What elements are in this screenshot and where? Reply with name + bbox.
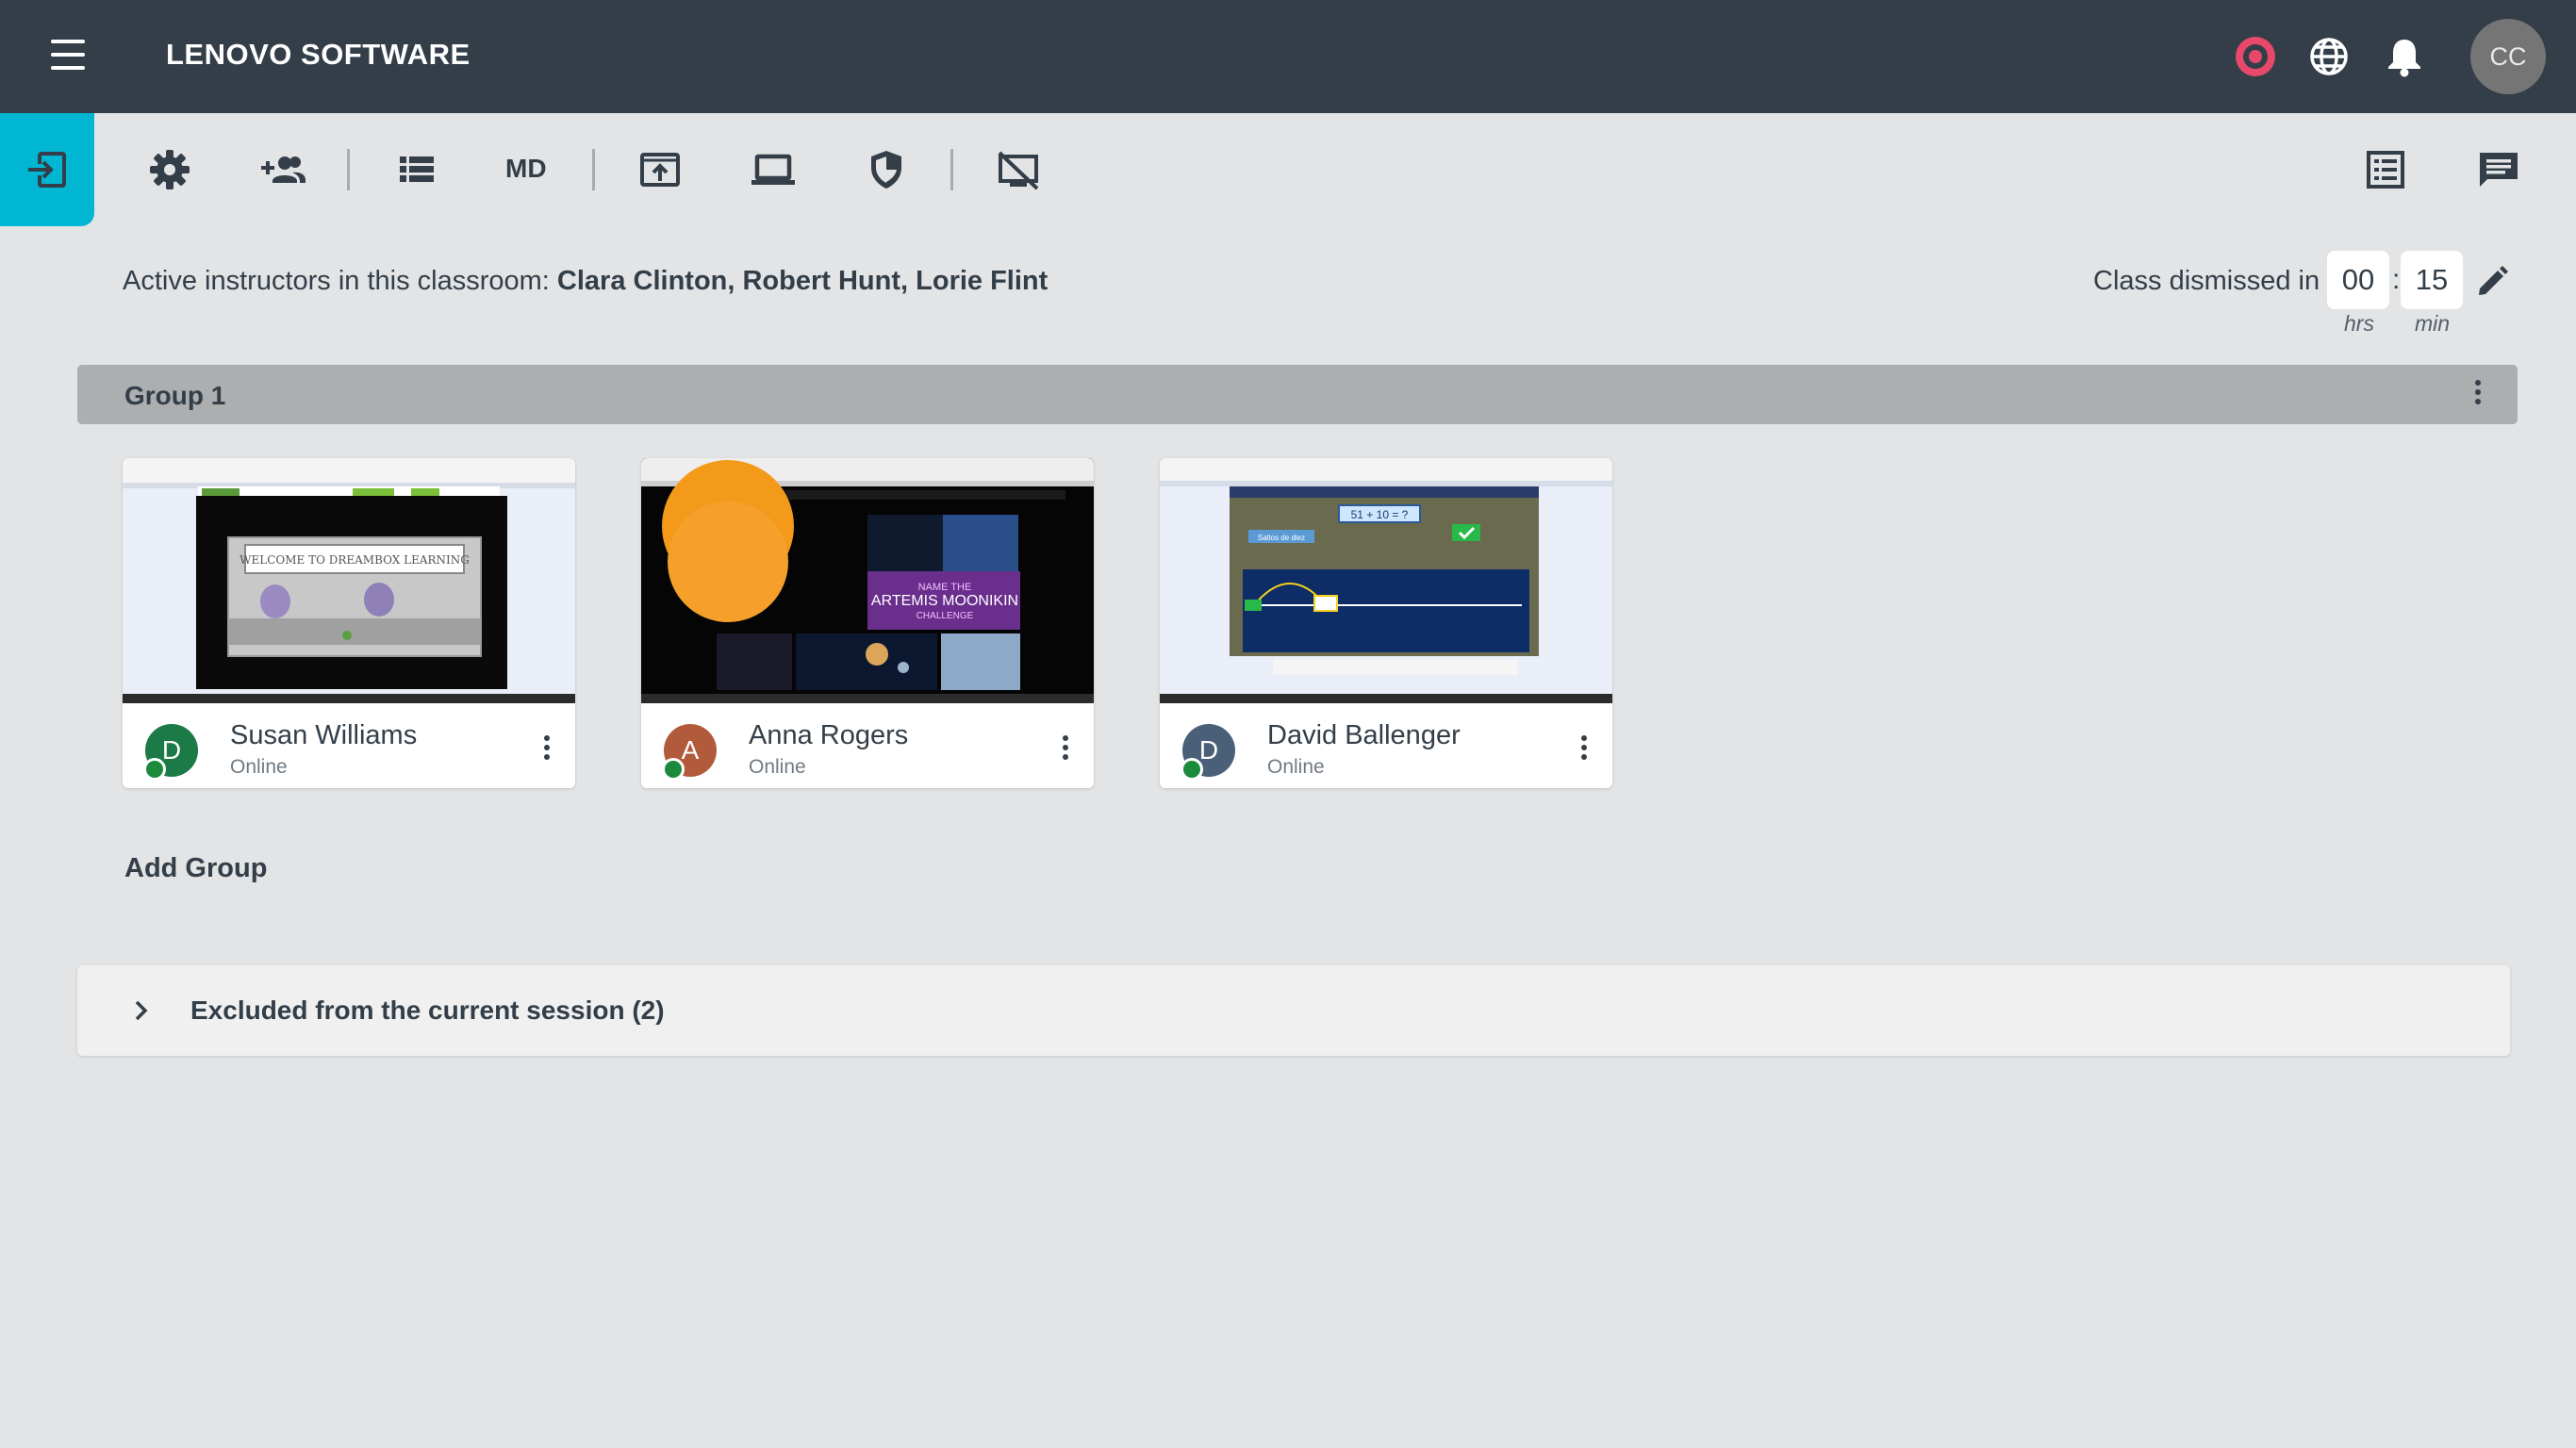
student-card[interactable]: 51 + 10 = ? Saltos de diez D David Balle… [1160,458,1612,788]
top-bar: LENOVO SOFTWARE CC [0,0,2576,113]
chat-icon[interactable] [2474,145,2523,194]
add-group-button[interactable]: Add Group [124,853,267,884]
group-header: Group 1 [77,365,2518,424]
student-status: Online [1267,756,1325,778]
mode-label: Saltos de diez [1258,534,1305,542]
excluded-label: Excluded from the current session (2) [190,996,665,1025]
student-menu-icon[interactable] [1056,732,1075,769]
group-menu-icon[interactable] [2469,376,2487,414]
student-name: Anna Rogers [749,720,909,750]
screen-thumbnail[interactable]: WELCOME TO DREAMBOX LEARNING [123,458,575,703]
nasa-screenshot: NAME THE ARTEMIS MOONIKIN CHALLENGE [641,458,1094,703]
active-instructors: Active instructors in this classroom: Cl… [123,266,1048,297]
student-status: Online [230,756,288,778]
equation-text: 51 + 10 = ? [1351,508,1409,521]
screen-thumbnail[interactable]: NAME THE ARTEMIS MOONIKIN CHALLENGE [641,458,1094,703]
student-name: David Ballenger [1267,720,1461,750]
share-screen-icon[interactable] [636,145,685,194]
excluded-section[interactable]: Excluded from the current session (2) [77,965,2510,1056]
time-colon: : [2392,264,2401,295]
artemis-line-3: CHALLENGE [916,611,974,621]
laptop-icon[interactable] [749,145,798,194]
record-icon[interactable] [2231,32,2280,81]
chevron-right-icon[interactable] [126,996,157,1026]
student-card[interactable]: NAME THE ARTEMIS MOONIKIN CHALLENGE A An… [641,458,1094,788]
user-avatar[interactable]: CC [2470,19,2546,94]
online-status-dot [1181,758,1203,781]
globe-icon[interactable] [2304,32,2353,81]
app-title: LENOVO SOFTWARE [166,38,471,71]
md-button[interactable]: MD [505,154,547,184]
exit-icon [28,152,66,188]
grid-list-icon[interactable] [2361,145,2410,194]
math-game-screenshot: 51 + 10 = ? Saltos de diez [1160,458,1612,703]
student-name: Susan Williams [230,720,418,750]
online-status-dot [662,758,685,781]
online-status-dot [143,758,166,781]
student-status: Online [749,756,806,778]
toolbar-separator [347,149,350,190]
gear-icon[interactable] [145,145,194,194]
artemis-line-1: NAME THE [918,582,972,593]
student-menu-icon[interactable] [537,732,556,769]
screen-thumbnail[interactable]: 51 + 10 = ? Saltos de diez [1160,458,1612,703]
dreambox-screenshot: WELCOME TO DREAMBOX LEARNING [123,458,575,703]
instructors-label: Active instructors in this classroom: [123,266,550,296]
instructors-names: Clara Clinton, Robert Hunt, Lorie Flint [556,266,1049,296]
group-title: Group 1 [124,381,226,410]
hours-field[interactable]: 00 [2327,251,2389,309]
bell-icon[interactable] [2380,32,2429,81]
menu-icon[interactable] [41,34,94,79]
dismiss-label: Class dismissed in [2093,266,2320,296]
toolbar-separator [950,149,953,190]
toolbar-separator [592,149,595,190]
edit-icon[interactable] [2472,260,2512,300]
artemis-line-2: ARTEMIS MOONIKIN [871,593,1018,609]
exit-button[interactable] [0,113,94,226]
student-card[interactable]: WELCOME TO DREAMBOX LEARNING D Susan Wil… [123,458,575,788]
add-user-icon[interactable] [258,145,307,194]
hours-unit-label: hrs [2344,311,2374,336]
minutes-unit-label: min [2415,311,2451,336]
minutes-field[interactable]: 15 [2401,251,2463,309]
welcome-text: WELCOME TO DREAMBOX LEARNING [239,553,470,567]
screen-off-icon[interactable] [994,145,1043,194]
shield-icon[interactable] [862,145,911,194]
list-icon[interactable] [392,145,441,194]
student-menu-icon[interactable] [1575,732,1593,769]
